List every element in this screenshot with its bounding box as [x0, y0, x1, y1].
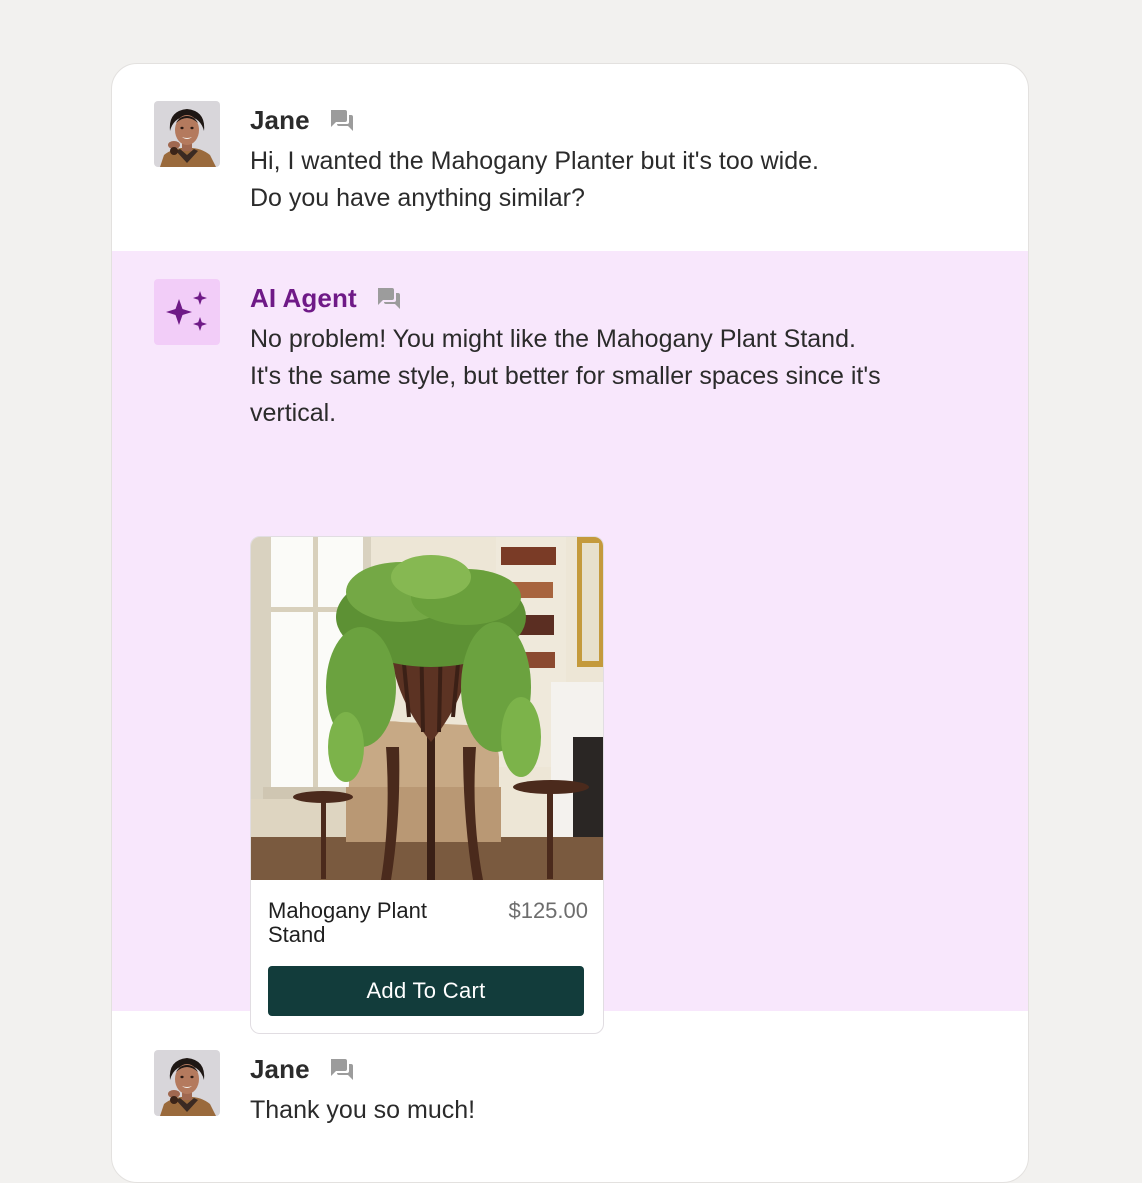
message-line: Do you have anything similar? [250, 184, 585, 212]
message-line: No problem! You might like the Mahogany … [250, 325, 856, 353]
sender-name: AI Agent [250, 282, 357, 313]
customer-photo [154, 1050, 220, 1116]
chat-bubbles-icon [375, 284, 403, 312]
customer-photo [154, 101, 220, 167]
message-line: Hi, I wanted the Mahogany Planter but it… [250, 147, 819, 175]
message-text: Thank you so much! [250, 1092, 475, 1129]
chat-bubbles-icon [328, 1055, 356, 1083]
product-name: Mahogany Plant Stand [268, 898, 427, 947]
sender-row: Jane [250, 102, 356, 138]
message-text: No problem! You might like the Mahogany … [250, 321, 970, 432]
sender-name: Jane [250, 1053, 310, 1084]
avatar-jane [154, 101, 220, 167]
sparkle-icon [166, 291, 207, 331]
message-ai-agent: AI Agent No problem! You might like the … [112, 251, 1028, 1034]
plant-stand-photo [251, 537, 603, 880]
avatar-jane [154, 1050, 220, 1116]
product-card[interactable]: Mahogany Plant Stand $125.00 Add To Cart [250, 536, 604, 1034]
avatar-ai-agent [154, 279, 220, 345]
message-line: Thank you so much! [250, 1096, 476, 1124]
message-line: It's the same style, but better for smal… [250, 362, 881, 427]
sender-row: AI Agent [250, 280, 403, 316]
chat-bubbles-icon [328, 106, 356, 134]
sender-row: Jane [250, 1051, 356, 1087]
message-jane-2: Jane Thank you so much! [112, 1011, 1028, 1182]
message-text: Hi, I wanted the Mahogany Planter but it… [250, 143, 950, 217]
add-to-cart-button[interactable]: Add To Cart [268, 966, 584, 1016]
product-price: $125.00 [508, 898, 588, 923]
chat-panel: Jane Hi, I wanted the Mahogany Planter b… [111, 63, 1029, 1183]
sender-name: Jane [250, 104, 310, 135]
message-jane-1: Jane Hi, I wanted the Mahogany Planter b… [112, 64, 1028, 251]
